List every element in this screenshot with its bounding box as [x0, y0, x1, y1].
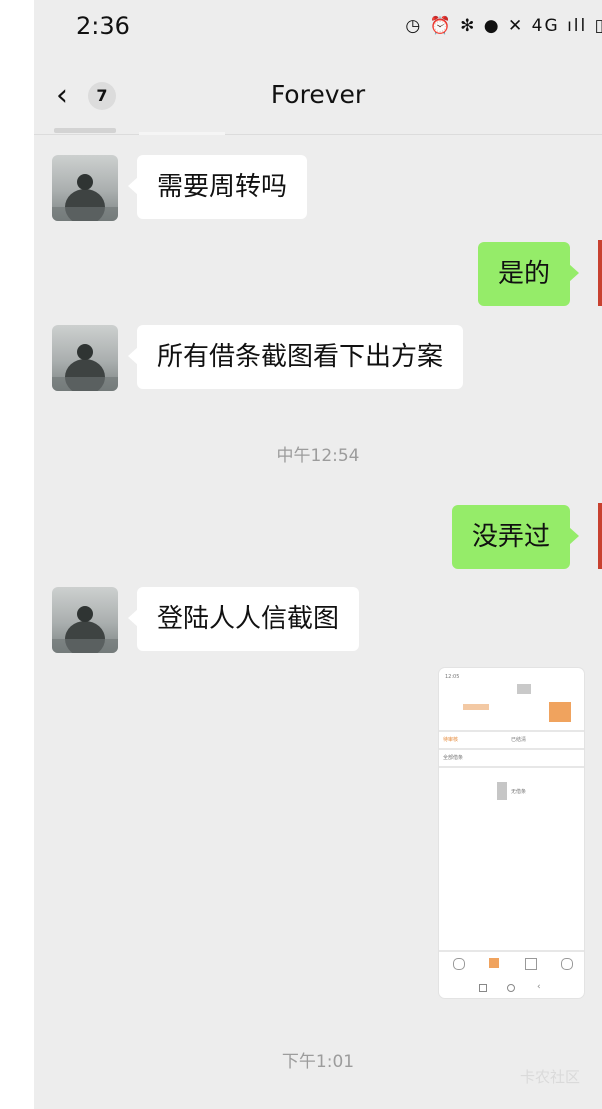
incoming-message[interactable]: 所有借条截图看下出方案: [127, 325, 464, 389]
status-icons: ◷ ⏰ ✻ ● ✕ 4G ıll ▯: [405, 16, 602, 36]
status-bar: 2:36 ◷ ⏰ ✻ ● ✕ 4G ıll ▯: [34, 0, 602, 60]
self-avatar[interactable]: [598, 503, 602, 569]
contact-avatar[interactable]: [52, 155, 118, 221]
incoming-message[interactable]: 需要周转吗: [127, 155, 308, 219]
timestamp: 下午1:01: [281, 1052, 355, 1072]
thumbnail-empty-icon: [497, 782, 507, 800]
thumbnail-divider: [439, 950, 584, 952]
thumbnail-item: 已结清: [511, 737, 527, 743]
chat-title: Forever: [270, 80, 366, 109]
thumbnail-nav-icon: [507, 984, 515, 992]
thumbnail-item: 全部借条: [443, 755, 464, 761]
chat-header: ‹ 7 Forever: [34, 60, 602, 135]
watermark: 卡农社区: [519, 1068, 580, 1086]
thumbnail-divider: [439, 730, 584, 732]
image-message[interactable]: 12:05 待审核 已结清 全部借条 无借条 ‹: [439, 668, 584, 998]
thumbnail-tab-icon: [489, 958, 499, 968]
contact-avatar[interactable]: [52, 587, 118, 653]
outgoing-message[interactable]: 没弄过: [451, 505, 580, 569]
thumbnail-tab: [463, 704, 489, 710]
thumbnail-divider: [439, 748, 584, 750]
contact-avatar[interactable]: [52, 325, 118, 391]
thumbnail-item: 待审核: [443, 737, 459, 743]
outgoing-message[interactable]: 是的: [477, 242, 580, 306]
incoming-message[interactable]: 登陆人人信截图: [127, 587, 360, 651]
previous-message-edge: [54, 128, 116, 133]
avatar-image: [52, 606, 118, 653]
thumbnail-orange-block: [549, 702, 571, 722]
thumbnail-tab-icon: [525, 958, 537, 970]
chat-screen: 2:36 ◷ ⏰ ✻ ● ✕ 4G ıll ▯ ‹ 7 Forever 需要周转…: [34, 0, 602, 1109]
thumbnail-tab-icon: [453, 958, 465, 970]
thumbnail-tab-icon: [561, 958, 573, 970]
thumbnail-empty-label: 无借条: [511, 789, 527, 795]
thumbnail-time: 12:05: [445, 674, 460, 680]
thumbnail-nav-icon: ‹: [537, 982, 541, 992]
avatar-image: [52, 174, 118, 221]
thumbnail-divider: [439, 766, 584, 768]
self-avatar[interactable]: [598, 240, 602, 306]
previous-message-edge: [139, 132, 225, 135]
thumbnail-nav-icon: [479, 984, 487, 992]
timestamp: 中午12:54: [276, 446, 360, 466]
thumbnail-header-icon: [517, 684, 531, 694]
avatar-image: [52, 344, 118, 391]
status-time: 2:36: [76, 12, 130, 40]
